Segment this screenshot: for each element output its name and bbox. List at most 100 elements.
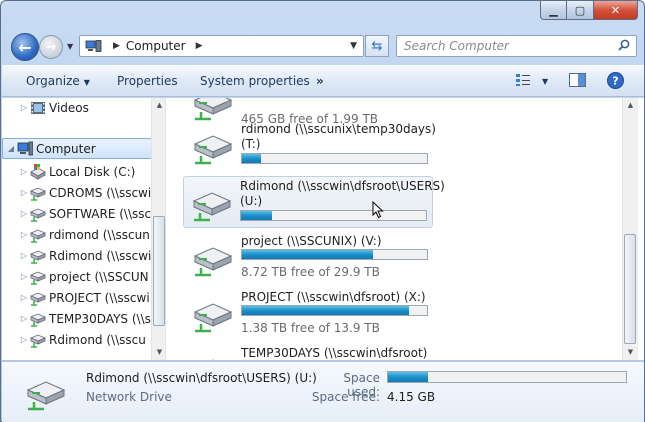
sidebar-item-label: Rdimond (\\sscwi <box>49 248 152 263</box>
svg-text:?: ? <box>612 75 618 88</box>
computer-icon <box>85 40 102 52</box>
address-dropdown-icon[interactable]: ▼ <box>350 41 357 51</box>
sidebar-item[interactable]: ◢ Computer <box>2 138 152 159</box>
command-bar: Organize ▼ Properties System properties »… <box>2 65 644 97</box>
drive-name: PROJECT (\\sscwin\dfsroot) (X:) <box>241 290 426 304</box>
expand-arrow-icon[interactable]: ▷ <box>18 167 30 176</box>
forward-arrow-icon: → <box>45 39 57 55</box>
sidebar-item[interactable]: ▷ project (\\SSCUN <box>2 266 152 287</box>
film-icon <box>31 101 45 114</box>
breadcrumb-computer[interactable]: Computer <box>126 39 186 53</box>
scroll-thumb[interactable] <box>153 216 165 326</box>
breadcrumb-separator-icon[interactable]: ▶ <box>196 41 203 51</box>
recent-pages-dropdown[interactable]: ▼ <box>67 42 73 51</box>
scroll-down-icon[interactable]: ▼ <box>152 345 165 360</box>
back-button[interactable]: ← <box>11 33 39 61</box>
content-scrollbar[interactable]: ▲ ▼ <box>622 98 638 360</box>
space-free-value: 4.15 GB <box>387 390 436 404</box>
expand-arrow-icon[interactable]: ▷ <box>18 251 30 260</box>
scroll-thumb[interactable] <box>624 234 636 344</box>
sidebar-item[interactable]: ▷ Rdimond (\\sscwi <box>2 245 152 266</box>
space-used-fill <box>242 154 261 163</box>
expand-arrow-icon[interactable]: ▷ <box>18 230 30 239</box>
network-drive-icon <box>192 192 232 222</box>
drive-letter: (T:) <box>241 137 261 151</box>
network-drive-icon <box>30 271 46 285</box>
network-drive-icon <box>26 381 66 411</box>
help-icon[interactable]: ? <box>607 72 624 89</box>
search-input[interactable]: Search Computer <box>404 39 509 53</box>
drive-tile[interactable]: PROJECT (\\sscwin\dfsroot) (X:) 1.38 TB f… <box>185 288 433 340</box>
preview-pane-icon[interactable] <box>569 73 586 87</box>
minimize-button[interactable]: ▁ <box>540 1 567 20</box>
chevron-down-icon: ▼ <box>83 78 90 87</box>
sidebar-item-label: rdimond (\\sscun <box>49 227 150 242</box>
properties-button[interactable]: Properties <box>117 74 178 88</box>
drive-tile[interactable]: Rdimond (\\sscwin\dfsroot\USERS) (U:) <box>183 176 445 228</box>
drive-letter: (U:) <box>240 194 263 208</box>
address-bar[interactable]: ▶ Computer ▶ ▼ <box>79 35 364 57</box>
network-drive-icon <box>30 187 46 201</box>
sidebar-item-label: Computer <box>36 141 96 156</box>
maximize-button[interactable]: ▢ <box>567 1 594 20</box>
expand-arrow-icon[interactable]: ▷ <box>18 335 30 344</box>
computer-icon <box>17 141 33 155</box>
explorer-window: ▁ ▢ ✕ ← → ▼ ▶ Computer ▶ ▼ ⇆ Search Comp… <box>0 0 645 422</box>
navigation-pane: ▷ Videos ◢ Computer ▷ Local Disk (C:) ▷ CDROMS … <box>2 98 166 360</box>
selected-drive-type: Network Drive <box>86 390 172 404</box>
refresh-button[interactable]: ⇆ <box>365 35 389 57</box>
expand-arrow-icon[interactable]: ▷ <box>18 293 30 302</box>
sidebar-item-label: CDROMS (\\sscwi <box>49 185 152 200</box>
navigation-pane-scrollbar[interactable]: ▲ ▼ <box>151 98 165 360</box>
space-used-bar <box>241 153 428 164</box>
breadcrumb-separator-icon[interactable]: ▶ <box>113 41 120 51</box>
expand-arrow-icon[interactable]: ▷ <box>18 188 30 197</box>
network-drive-icon <box>193 98 233 121</box>
local-disk-icon <box>30 163 46 180</box>
sidebar-item[interactable]: ▷ Videos <box>2 98 152 118</box>
organize-button[interactable]: Organize ▼ <box>26 74 90 88</box>
sidebar-item[interactable]: ▷ CDROMS (\\sscwi <box>2 182 152 203</box>
space-used-fill <box>242 250 374 259</box>
sidebar-item-label: TEMP30DAYS (\\s <box>49 311 151 326</box>
space-used-fill <box>388 372 429 382</box>
close-button[interactable]: ✕ <box>594 1 638 20</box>
drive-tile[interactable]: project (\\SSCUNIX) (V:) 8.72 TB free of … <box>185 232 433 284</box>
scroll-up-icon[interactable]: ▲ <box>152 98 165 113</box>
system-properties-button[interactable]: System properties <box>200 74 310 88</box>
drive-tile[interactable]: TEMP30DAYS (\\sscwin\dfsroot) <box>185 344 433 360</box>
sidebar-item[interactable]: ▷ SOFTWARE (\\ssc <box>2 203 152 224</box>
change-view-icon[interactable] <box>515 73 531 87</box>
drive-name: rdimond (\\sscunix\temp30days) <box>241 122 436 136</box>
refresh-icon: ⇆ <box>371 38 383 54</box>
scroll-down-icon[interactable]: ▼ <box>623 345 638 360</box>
scroll-up-icon[interactable]: ▲ <box>623 98 638 113</box>
sidebar-item[interactable]: ▷ rdimond (\\sscun <box>2 224 152 245</box>
search-icon[interactable] <box>618 39 630 51</box>
sidebar-item[interactable]: ▷ Local Disk (C:) <box>2 161 152 182</box>
sidebar-item[interactable]: ▷ TEMP30DAYS (\\s <box>2 308 152 329</box>
expand-arrow-icon[interactable]: ▷ <box>18 314 30 323</box>
more-commands-button[interactable]: » <box>316 74 324 88</box>
network-drive-icon <box>30 334 46 348</box>
space-used-bar <box>241 305 428 316</box>
search-box[interactable]: Search Computer <box>396 35 637 57</box>
sidebar-item[interactable]: ▷ Rdimond (\\sscu <box>2 329 152 350</box>
sidebar-item[interactable]: ▷ PROJECT (\\sscwi <box>2 287 152 308</box>
view-options-dropdown-icon[interactable]: ▼ <box>542 77 548 86</box>
drive-tile[interactable]: rdimond (\\sscunix\temp30days) (T:) <box>185 120 436 172</box>
expand-arrow-icon[interactable]: ▷ <box>18 103 30 112</box>
space-used-bar <box>387 371 627 383</box>
drive-free-space: 8.72 TB free of 29.9 TB <box>241 265 380 279</box>
forward-button[interactable]: → <box>39 35 63 59</box>
sidebar-item-label: SOFTWARE (\\ssc <box>49 206 152 221</box>
expand-arrow-icon[interactable]: ▷ <box>18 272 30 281</box>
drive-list: 465 GB free of 1.99 TB rdimond (\\sscunix… <box>167 98 622 360</box>
expand-arrow-icon[interactable]: ▷ <box>18 209 30 218</box>
drive-name: project (\\SSCUNIX) (V:) <box>241 234 382 248</box>
network-drive-icon <box>30 250 46 264</box>
expanded-arrow-icon[interactable]: ◢ <box>5 144 17 153</box>
space-used-fill <box>242 306 409 315</box>
network-drive-icon <box>193 135 233 165</box>
drive-name: Rdimond (\\sscwin\dfsroot\USERS) <box>240 179 445 193</box>
